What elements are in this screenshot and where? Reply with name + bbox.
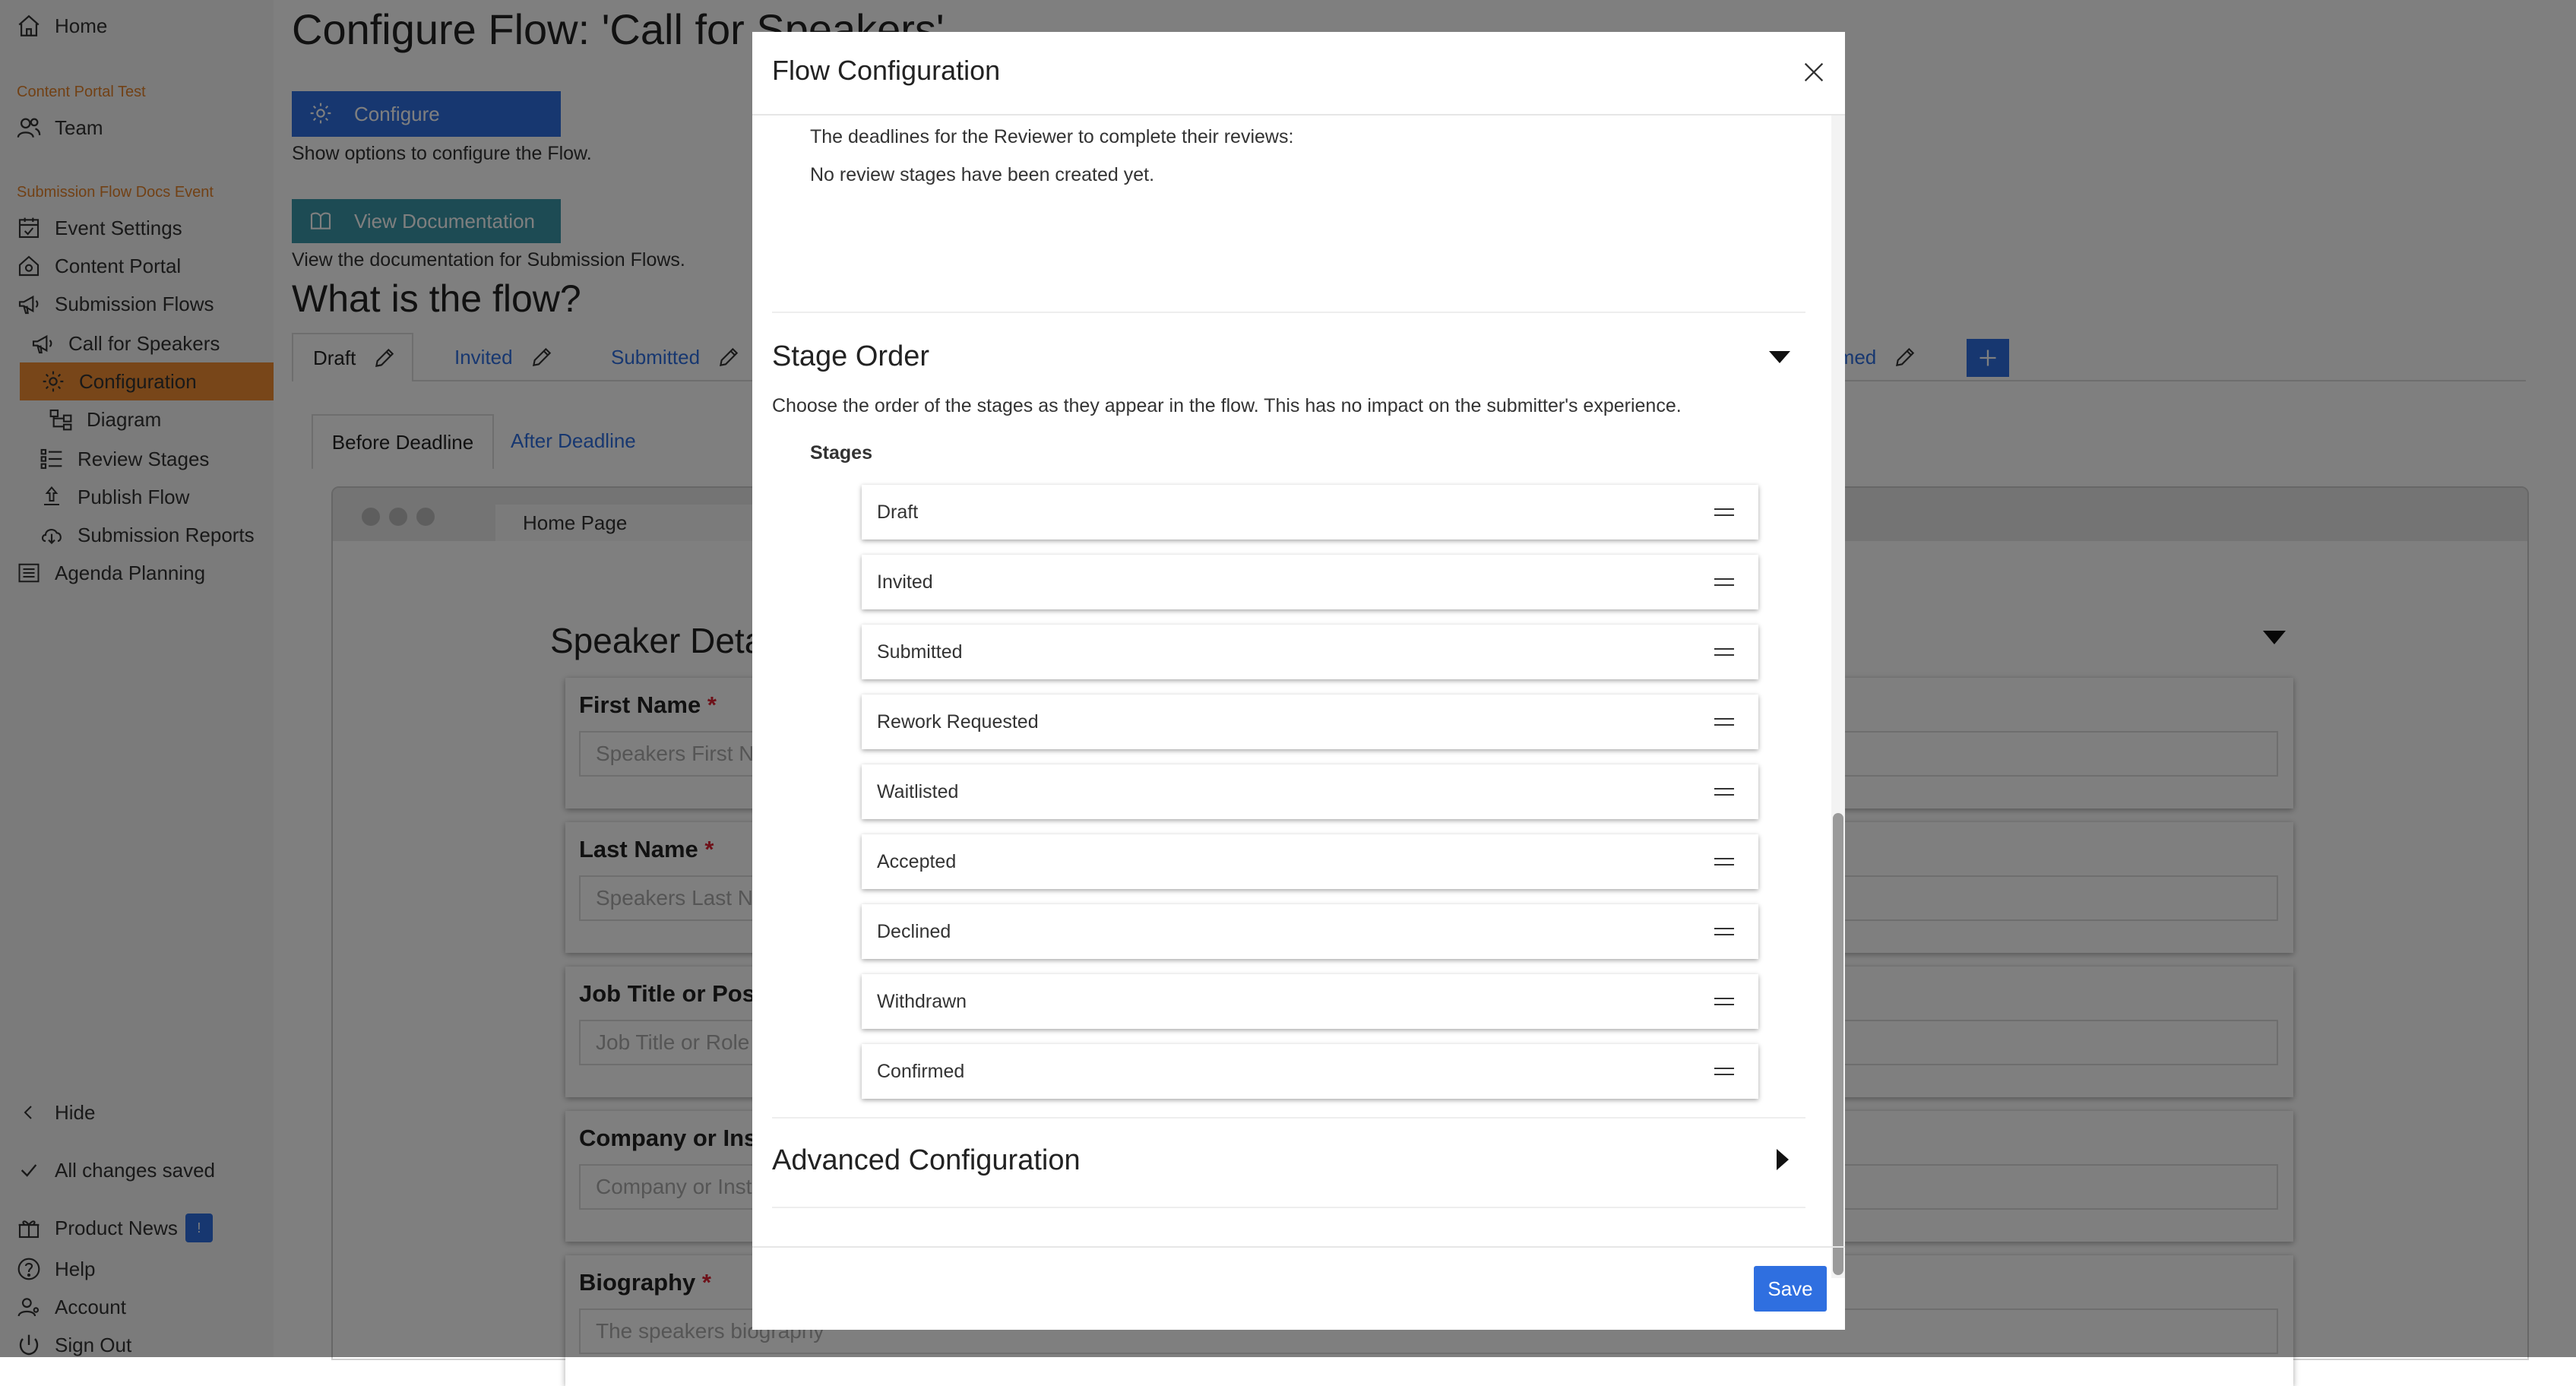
drag-handle-icon[interactable]	[1713, 714, 1736, 729]
stage-item[interactable]: Submitted	[862, 625, 1758, 679]
triangle-right-icon[interactable]	[1771, 1147, 1795, 1172]
modal-header-divider	[752, 114, 1845, 115]
deadlines-text: The deadlines for the Reviewer to comple…	[810, 126, 1294, 147]
drag-handle-icon[interactable]	[1713, 644, 1736, 660]
flow-configuration-modal: Flow Configuration The deadlines for the…	[752, 32, 1845, 1330]
stage-item[interactable]: Confirmed	[862, 1044, 1758, 1099]
section-divider	[772, 1117, 1805, 1119]
section-divider	[772, 1207, 1805, 1208]
drag-handle-icon[interactable]	[1713, 1064, 1736, 1079]
stage-item[interactable]: Accepted	[862, 834, 1758, 889]
stage-item[interactable]: Invited	[862, 555, 1758, 609]
stage-item[interactable]: Waitlisted	[862, 764, 1758, 819]
section-divider	[772, 312, 1805, 313]
drag-handle-icon[interactable]	[1713, 924, 1736, 939]
save-button[interactable]: Save	[1754, 1266, 1827, 1312]
stage-order-heading: Stage Order	[772, 340, 929, 372]
no-review-stages-text: No review stages have been created yet.	[810, 164, 1155, 185]
drag-handle-icon[interactable]	[1713, 505, 1736, 520]
stage-item[interactable]: Declined	[862, 904, 1758, 959]
stage-order-description: Choose the order of the stages as they a…	[772, 395, 1682, 416]
modal-scrollbar-thumb[interactable]	[1833, 813, 1843, 1275]
close-icon[interactable]	[1801, 59, 1828, 87]
modal-title: Flow Configuration	[772, 55, 1001, 86]
drag-handle-icon[interactable]	[1713, 994, 1736, 1009]
modal-footer-divider	[752, 1246, 1845, 1248]
triangle-down-icon[interactable]	[1767, 345, 1792, 369]
drag-handle-icon[interactable]	[1713, 854, 1736, 869]
stage-item[interactable]: Withdrawn	[862, 974, 1758, 1029]
stage-item[interactable]: Draft	[862, 485, 1758, 540]
stage-item[interactable]: Rework Requested	[862, 695, 1758, 749]
advanced-configuration-heading[interactable]: Advanced Configuration	[772, 1144, 1081, 1177]
stages-label: Stages	[810, 442, 872, 464]
drag-handle-icon[interactable]	[1713, 784, 1736, 799]
drag-handle-icon[interactable]	[1713, 574, 1736, 590]
